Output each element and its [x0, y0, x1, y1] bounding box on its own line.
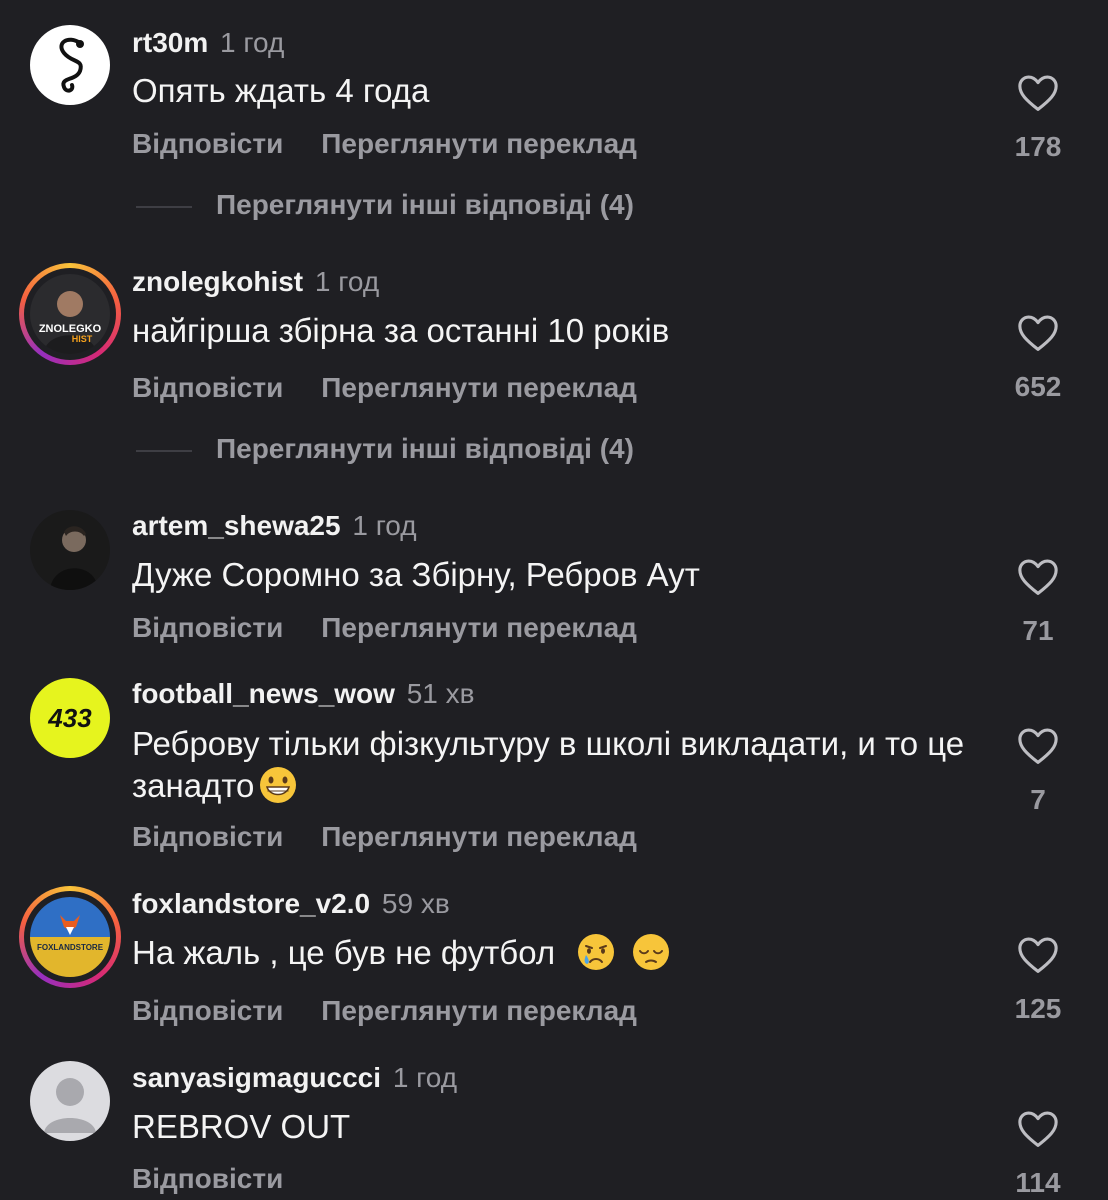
like-count: 125 [1014, 993, 1062, 1024]
comment-header: sanyasigmaguccci 1 год [132, 1061, 457, 1095]
comment-text-content: На жаль , це був не футбол [132, 934, 556, 971]
comment-header: rt30m 1 год [132, 26, 284, 60]
avatar: ZNOLEGKO HIST [30, 274, 110, 354]
timestamp: 59 хв [381, 888, 450, 919]
avatar[interactable]: 433 [30, 678, 110, 758]
comment-actions: Відповісти Переглянути переклад [132, 371, 637, 405]
reply-button[interactable]: Відповісти [132, 1163, 283, 1194]
default-user-icon [44, 1078, 96, 1133]
like-count: 178 [1014, 131, 1062, 162]
username[interactable]: sanyasigmaguccci [132, 1062, 381, 1093]
comment-header: football_news_wow 51 хв [132, 677, 475, 711]
like-count: 652 [1014, 371, 1062, 402]
like-count: 114 [1015, 1167, 1061, 1198]
comment-actions: Відповісти Переглянути переклад [132, 127, 637, 161]
like-control: 114 [1000, 1110, 1076, 1200]
avatar: FOXLANDSTORE [30, 897, 110, 977]
like-control: 652 [1000, 314, 1076, 404]
timestamp: 51 хв [406, 678, 475, 709]
comment-text: REBROV OUT [132, 1108, 351, 1145]
reply-button[interactable]: Відповісти [132, 372, 283, 403]
divider-line [136, 205, 192, 208]
username[interactable]: football_news_wow [132, 678, 395, 709]
username[interactable]: artem_shewa25 [132, 510, 341, 541]
heart-icon[interactable] [1017, 74, 1059, 112]
username[interactable]: rt30m [132, 27, 208, 58]
avatar[interactable] [30, 25, 110, 105]
comment-actions: Відповісти Переглянути переклад [132, 611, 637, 645]
translate-button[interactable]: Переглянути переклад [321, 821, 637, 852]
translate-button[interactable]: Переглянути переклад [321, 995, 637, 1026]
comment-header: foxlandstore_v2.0 59 хв [132, 887, 450, 921]
like-control: 7 [1000, 727, 1076, 817]
avatar-photo [30, 510, 110, 590]
heart-icon[interactable] [1017, 558, 1059, 596]
crying-face-emoji-icon [578, 934, 615, 970]
like-control: 178 [1000, 74, 1076, 164]
svg-text:FOXLANDSTORE: FOXLANDSTORE [37, 943, 104, 952]
like-control: 125 [1000, 936, 1076, 1026]
reply-button[interactable]: Відповісти [132, 128, 283, 159]
heart-icon[interactable] [1017, 727, 1059, 765]
more-replies-label[interactable]: Переглянути інші відповіді (4) [216, 433, 634, 464]
comment-header: znolegkohist 1 год [132, 265, 379, 299]
svg-text:433: 433 [47, 703, 92, 733]
comment-text: найгірша збірна за останні 10 років [132, 312, 670, 349]
reply-button[interactable]: Відповісти [132, 612, 283, 643]
svg-text:HIST: HIST [72, 334, 93, 344]
comment-text: Дуже Соромно за Збірну, Ребров Аут [132, 556, 700, 593]
like-control: 71 [1000, 558, 1076, 648]
avatar[interactable] [30, 1061, 110, 1141]
translate-button[interactable]: Переглянути переклад [321, 372, 637, 403]
timestamp: 1 год [314, 266, 380, 297]
timestamp: 1 год [220, 27, 285, 58]
story-ring[interactable]: FOXLANDSTORE [19, 886, 121, 988]
more-replies-label[interactable]: Переглянути інші відповіді (4) [216, 189, 634, 220]
username[interactable]: foxlandstore_v2.0 [132, 888, 370, 919]
avatar-photo: ZNOLEGKO HIST [30, 274, 110, 354]
divider-line [136, 449, 192, 452]
translate-button[interactable]: Переглянути переклад [321, 128, 637, 159]
reply-button[interactable]: Відповісти [132, 995, 283, 1026]
like-count: 71 [1022, 615, 1054, 646]
grinning-face-emoji-icon [260, 767, 297, 803]
reply-button[interactable]: Відповісти [132, 821, 283, 852]
comment-text-content: Реброву тільки фізкультуру в школі викла… [132, 725, 965, 804]
heart-icon[interactable] [1017, 314, 1059, 352]
heart-icon[interactable] [1017, 936, 1059, 974]
comment-header: artem_shewa25 1 год [132, 509, 417, 543]
comment-actions: Відповісти [132, 1162, 283, 1196]
snake-logo-icon [59, 37, 84, 93]
timestamp: 1 год [352, 510, 417, 541]
comment-actions: Відповісти Переглянути переклад [132, 820, 637, 854]
story-ring[interactable]: ZNOLEGKO HIST [19, 263, 121, 365]
logo-433-icon: 433 [47, 703, 92, 733]
avatar[interactable] [30, 510, 110, 590]
view-more-replies[interactable]: Переглянути інші відповіді (4) [136, 188, 634, 222]
comment-actions: Відповісти Переглянути переклад [132, 994, 637, 1028]
like-count: 7 [1030, 784, 1046, 815]
pensive-face-emoji-icon [633, 934, 670, 970]
comment-text: Реброву тільки фізкультуру в школі викла… [132, 723, 972, 807]
heart-icon[interactable] [1017, 1110, 1059, 1148]
username[interactable]: znolegkohist [132, 266, 303, 297]
comment-text: На жаль , це був не футбол [132, 932, 982, 974]
fox-logo-icon: FOXLANDSTORE [30, 897, 110, 977]
timestamp: 1 год [392, 1062, 458, 1093]
comment-text: Опять ждать 4 года [132, 72, 430, 109]
view-more-replies[interactable]: Переглянути інші відповіді (4) [136, 432, 634, 466]
translate-button[interactable]: Переглянути переклад [321, 612, 637, 643]
